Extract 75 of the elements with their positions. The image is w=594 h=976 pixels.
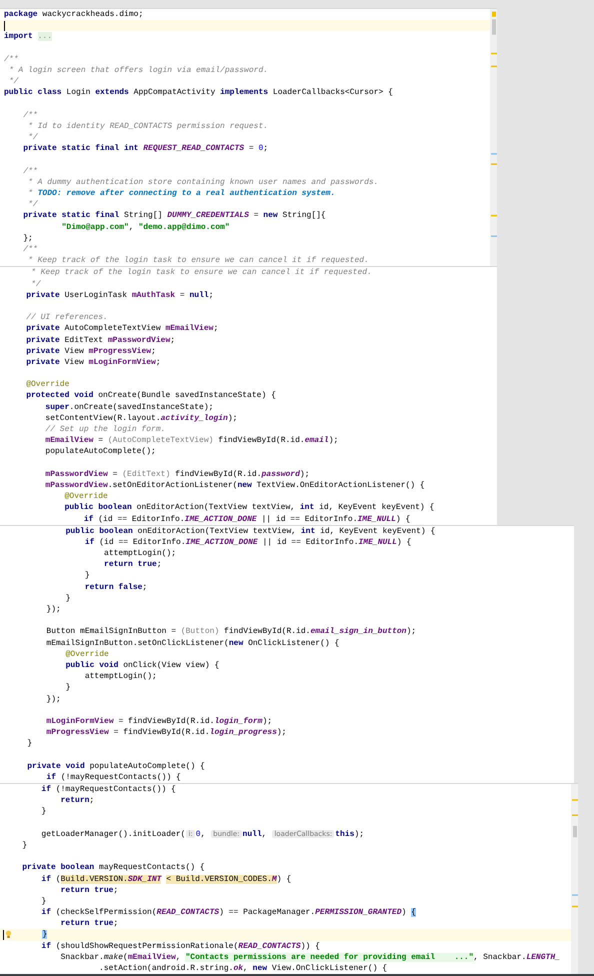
- code-line: public void onClick(View view) {: [64, 660, 220, 671]
- code-line: private boolean mayRequestContacts() {: [21, 862, 205, 874]
- code-line: /**: [22, 110, 38, 121]
- code-line: }: [21, 840, 28, 851]
- code-line: if (Build.VERSION.SDK_INT < Build.VERSION_CODES.M) {: [40, 874, 292, 885]
- code-line: // Set up the login form.: [44, 424, 166, 436]
- code-line: populateAutoComplete();: [44, 446, 156, 458]
- code-line: mEmailSignInButton.setOnClickListener(new OnClickListener() {: [45, 638, 340, 649]
- code-line: * Id to identity READ_CONTACTS permission request.: [27, 120, 268, 132]
- code-line: import ...: [4, 31, 52, 42]
- code-line: private View mProgressView;: [25, 346, 156, 357]
- code-line: private static final String[] DUMMY_CREDENTIALS = new String[]{: [22, 210, 326, 222]
- code-line: * A dummy authentication store containing known user names and passwords.: [27, 176, 378, 188]
- code-line: }: [40, 806, 46, 818]
- code-line: }: [26, 738, 32, 750]
- code-line: mPasswordView.setOnEditorActionListener(new TextView.OnEditorActionListener() {: [44, 480, 425, 491]
- code-line: };: [22, 232, 33, 244]
- code-line: }: [64, 682, 70, 694]
- code-line: package wackycrackheads.dimo;: [4, 9, 144, 20]
- code-line: return false;: [84, 582, 148, 593]
- code-line: return true;: [60, 884, 118, 896]
- code-line: });: [45, 694, 61, 705]
- code-line: super.onCreate(savedInstanceState);: [44, 402, 214, 413]
- code-line: * Keep track of the login task to ensure we can cancel it if requested.: [30, 267, 372, 278]
- code-line: Button mEmailSignInButton = (Button) findViewById(R.id.email_sign_in_button);: [45, 626, 416, 638]
- code-line: return;: [60, 795, 94, 806]
- code-line: attemptLogin();: [103, 548, 176, 560]
- code-line: });: [45, 604, 61, 616]
- code-line: }: [40, 896, 46, 907]
- code-line: @Override: [64, 648, 109, 660]
- code-line: return true;: [60, 918, 118, 930]
- code-line: return true;: [103, 559, 162, 570]
- code-line: if (id == EditorInfo.IME_ACTION_DONE || id == EditorInfo.IME_NULL) {: [84, 536, 412, 548]
- code-line: /**: [22, 244, 38, 256]
- code-line: mPasswordView = (EditText) findViewById(R.id.password);: [44, 468, 310, 480]
- code-line: if (id == EditorInfo.IME_ACTION_DONE || id == EditorInfo.IME_NULL) {: [82, 514, 410, 525]
- code-line: */: [27, 199, 38, 210]
- code-line: private void populateAutoComplete() {: [26, 760, 205, 772]
- code-line: .setAction(android.R.string.ok, new View.OnClickListener() {: [98, 963, 388, 974]
- code-line: mProgressView = findViewById(R.id.login_progress);: [45, 727, 286, 738]
- code-line: if (checkSelfPermission(READ_CONTACTS) == PackageManager.PERMISSION_GRANTED) {: [40, 907, 416, 918]
- code-line: */: [30, 278, 41, 290]
- code-line: }: [84, 570, 90, 582]
- code-line: }: [64, 592, 70, 604]
- code-line: @Override: [64, 491, 108, 502]
- code-line: protected void onCreate(Bundle savedInstanceState) {: [25, 390, 276, 402]
- text-cursor: [3, 930, 4, 940]
- code-line: private static final int REQUEST_READ_CONTACTS = 0;: [22, 143, 268, 154]
- code-line: if (!mayRequestContacts()) {: [45, 772, 181, 783]
- code-line: public class Login extends AppCompatActivity implements LoaderCallbacks<Cursor> {: [4, 87, 393, 98]
- code-line: public boolean onEditorAction(TextView textView, int id, KeyEvent keyEvent) {: [64, 526, 436, 537]
- text-cursor: [4, 20, 5, 31]
- code-line: /**: [4, 54, 18, 65]
- code-line: mEmailView = (AutoCompleteTextView) findViewById(R.id.email);: [44, 435, 338, 446]
- code-line: private View mLoginFormView;: [25, 356, 161, 368]
- lightbulb-icon[interactable]: [5, 930, 12, 940]
- code-line: */: [27, 132, 38, 144]
- code-line: */: [8, 76, 18, 88]
- code-line: private UserLoginTask mAuthTask = null;: [25, 290, 214, 301]
- code-line: @Override: [25, 379, 70, 390]
- code-line: "Dimo@app.com", "demo.app@dimo.com": [60, 222, 230, 233]
- code-line: mLoginFormView = findViewById(R.id.login_form);: [45, 716, 272, 727]
- code-line: public boolean onEditorAction(TextView textView, int id, KeyEvent keyEvent) {: [64, 502, 434, 514]
- code-line: * A login screen that offers login via email/password.: [8, 65, 268, 76]
- code-line: if (shouldShowRequestPermissionRationale(READ_CONTACTS)) {: [40, 940, 320, 952]
- code-line: attemptLogin();: [84, 671, 157, 682]
- code-line: if (!mayRequestContacts()) {: [40, 784, 176, 796]
- code-line: setContentView(R.layout.activity_login);: [44, 412, 238, 424]
- code-line: Snackbar.make(mEmailView, "Contacts permissions are needed for providing email ...", Snackbar.LENGTH_: [60, 952, 560, 963]
- code-line: * Keep track of the login task to ensure we can cancel it if requested.: [27, 255, 369, 266]
- code-line: private AutoCompleteTextView mEmailView;: [25, 323, 218, 334]
- code-line: * TODO: remove after connecting to a real authentication system.: [27, 188, 336, 200]
- code-line: // UI references.: [25, 312, 108, 324]
- code-line: /**: [22, 166, 38, 177]
- code-line: private EditText mPasswordView;: [25, 334, 176, 346]
